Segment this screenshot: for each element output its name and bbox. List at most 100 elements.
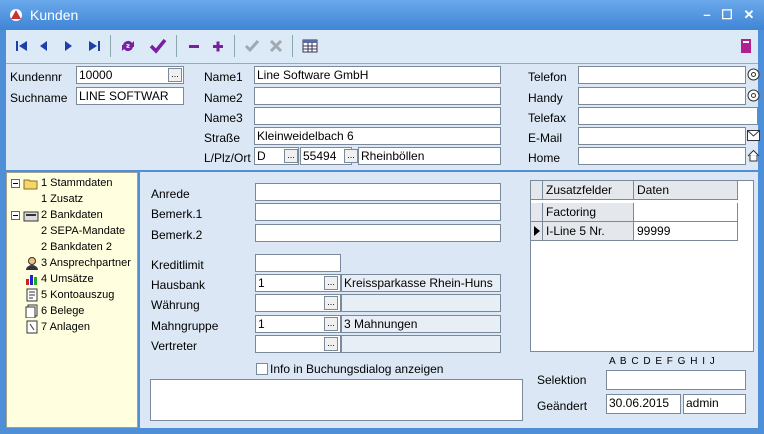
mobile-phone-icon[interactable] bbox=[747, 89, 760, 102]
alphabet-selection[interactable]: A B C D E F G H I J bbox=[609, 356, 716, 367]
cancel-icon[interactable] bbox=[264, 34, 288, 58]
checkmark-icon[interactable] bbox=[146, 34, 170, 58]
statement-icon bbox=[26, 288, 38, 302]
title-bar: Kunden – ☐ ✕ bbox=[0, 0, 764, 30]
tree-item-ansprechpartner[interactable]: 3 Ansprechpartner bbox=[41, 257, 131, 269]
minimize-button[interactable]: – bbox=[696, 6, 718, 24]
tree-item-stammdaten[interactable]: 1 Stammdaten bbox=[41, 177, 113, 189]
info-checkbox[interactable] bbox=[256, 363, 268, 375]
ort-input[interactable]: Rheinböllen bbox=[358, 147, 501, 165]
sales-chart-icon bbox=[26, 275, 37, 285]
tree-item-bankdaten-2[interactable]: 2 Bankdaten 2 bbox=[41, 241, 112, 253]
name3-label: Name3 bbox=[204, 111, 243, 125]
selektion-input[interactable] bbox=[606, 370, 746, 390]
zusatzfelder-grid: Zusatzfelder Daten Factoring I-Line 5 Nr… bbox=[530, 180, 754, 352]
land-lookup-button[interactable]: ... bbox=[284, 149, 298, 163]
telefon-label: Telefon bbox=[528, 70, 567, 84]
table-cell[interactable]: 99999 bbox=[634, 222, 738, 241]
name1-input[interactable]: Line Software GmbH bbox=[254, 66, 501, 84]
kreditlimit-input[interactable] bbox=[255, 254, 341, 272]
table-icon[interactable] bbox=[298, 34, 322, 58]
table-row[interactable]: Factoring bbox=[543, 203, 634, 222]
mahngruppe-lookup-button[interactable]: ... bbox=[324, 317, 338, 331]
kundennr-lookup-button[interactable]: ... bbox=[168, 68, 182, 82]
collapse-icon[interactable] bbox=[11, 211, 20, 220]
maximize-button[interactable]: ☐ bbox=[716, 6, 738, 24]
bemerk2-input[interactable] bbox=[255, 224, 501, 242]
app-icon bbox=[10, 9, 22, 21]
name1-label: Name1 bbox=[204, 70, 243, 84]
telefax-label: Telefax bbox=[528, 111, 567, 125]
folder-open-icon bbox=[23, 179, 38, 190]
strasse-label: Straße bbox=[204, 131, 241, 145]
anrede-input[interactable] bbox=[255, 183, 501, 201]
telefon-input[interactable] bbox=[578, 66, 746, 84]
header-panel: Kundennr 10000 ... Suchname LINE SOFTWAR… bbox=[6, 64, 760, 170]
next-record-button[interactable] bbox=[56, 34, 80, 58]
documents-icon bbox=[25, 304, 38, 318]
grid-header-daten[interactable]: Daten bbox=[634, 181, 738, 200]
navigation-tree: 1 Stammdaten 1 Zusatz 2 Bankdaten 2 SEPA… bbox=[6, 172, 138, 428]
close-button[interactable]: ✕ bbox=[738, 6, 760, 24]
minus-icon[interactable] bbox=[182, 34, 206, 58]
email-label: E-Mail bbox=[528, 131, 563, 145]
handy-input[interactable] bbox=[578, 87, 746, 105]
bemerk1-input[interactable] bbox=[255, 203, 501, 221]
tree-item-zusatz[interactable]: 1 Zusatz bbox=[41, 193, 83, 205]
waehrung-description bbox=[341, 294, 501, 312]
strasse-input[interactable]: Kleinweidelbach 6 bbox=[254, 127, 501, 145]
telefax-input[interactable] bbox=[578, 107, 758, 125]
contact-person-icon bbox=[26, 257, 38, 270]
book-icon[interactable] bbox=[734, 34, 758, 58]
geaendert-date: 30.06.2015 bbox=[606, 394, 681, 414]
vertreter-lookup-button[interactable]: ... bbox=[324, 337, 338, 351]
mahngruppe-label: Mahngruppe bbox=[151, 319, 219, 333]
waehrung-lookup-button[interactable]: ... bbox=[324, 296, 338, 310]
refresh-icon[interactable] bbox=[116, 34, 140, 58]
home-label: Home bbox=[528, 151, 561, 165]
anrede-label: Anrede bbox=[151, 187, 190, 201]
selektion-label: Selektion bbox=[537, 373, 587, 387]
phone-icon[interactable] bbox=[747, 68, 760, 81]
tree-item-sepa-mandate[interactable]: 2 SEPA-Mandate bbox=[41, 225, 125, 237]
email-input[interactable] bbox=[578, 127, 746, 145]
tree-item-anlagen[interactable]: 7 Anlagen bbox=[41, 321, 90, 333]
confirm-icon[interactable] bbox=[240, 34, 264, 58]
bemerk2-label: Bemerk.2 bbox=[151, 228, 203, 242]
collapse-icon[interactable] bbox=[11, 179, 20, 188]
mail-icon[interactable] bbox=[747, 130, 760, 141]
mahngruppe-description: 3 Mahnungen bbox=[341, 315, 501, 333]
bemerk1-label: Bemerk.1 bbox=[151, 207, 203, 221]
grid-header-zusatzfelder[interactable]: Zusatzfelder bbox=[543, 181, 634, 200]
attachment-icon bbox=[26, 320, 38, 334]
last-record-button[interactable] bbox=[82, 34, 106, 58]
table-row[interactable]: I-Line 5 Nr. bbox=[543, 222, 634, 241]
plz-lookup-button[interactable]: ... bbox=[344, 149, 358, 163]
tree-item-umsaetze[interactable]: 4 Umsätze bbox=[41, 273, 94, 285]
bank-icon bbox=[23, 211, 39, 222]
notes-textarea[interactable] bbox=[150, 379, 523, 421]
geaendert-user: admin bbox=[683, 394, 746, 414]
lplzort-label: L/Plz/Ort bbox=[204, 151, 251, 165]
first-record-button[interactable] bbox=[10, 34, 34, 58]
kreditlimit-label: Kreditlimit bbox=[151, 258, 204, 272]
plus-icon[interactable] bbox=[206, 34, 230, 58]
row-indicator bbox=[531, 203, 543, 222]
home-icon[interactable] bbox=[747, 149, 760, 162]
info-checkbox-label: Info in Buchungsdialog anzeigen bbox=[270, 362, 444, 376]
customer-window: Kunden – ☐ ✕ Kundennr 10000 ... Suchname… bbox=[0, 0, 764, 434]
kundennr-label: Kundennr bbox=[10, 70, 63, 84]
previous-record-button[interactable] bbox=[32, 34, 56, 58]
name2-input[interactable] bbox=[254, 87, 501, 105]
name3-input[interactable] bbox=[254, 107, 501, 125]
tree-item-kontoauszug[interactable]: 5 Kontoauszug bbox=[41, 289, 114, 301]
hausbank-lookup-button[interactable]: ... bbox=[324, 276, 338, 290]
suchname-input[interactable]: LINE SOFTWAR bbox=[76, 87, 184, 105]
table-cell[interactable] bbox=[634, 203, 738, 222]
tree-item-belege[interactable]: 6 Belege bbox=[41, 305, 84, 317]
tree-item-bankdaten[interactable]: 2 Bankdaten bbox=[41, 209, 103, 221]
name2-label: Name2 bbox=[204, 91, 243, 105]
hausbank-description: Kreissparkasse Rhein-Huns bbox=[341, 274, 501, 292]
home-input[interactable] bbox=[578, 147, 746, 165]
geaendert-label: Geändert bbox=[537, 399, 588, 413]
